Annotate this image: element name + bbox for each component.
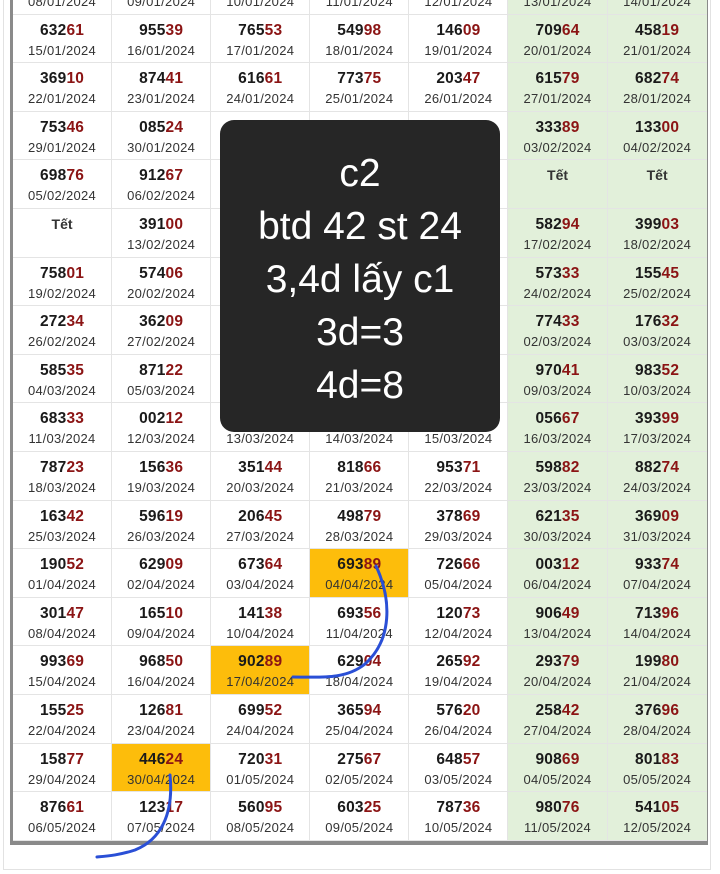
- ink-stroke: [291, 564, 389, 679]
- ink-stroke: [95, 773, 173, 859]
- handwritten-annotations: [95, 564, 389, 859]
